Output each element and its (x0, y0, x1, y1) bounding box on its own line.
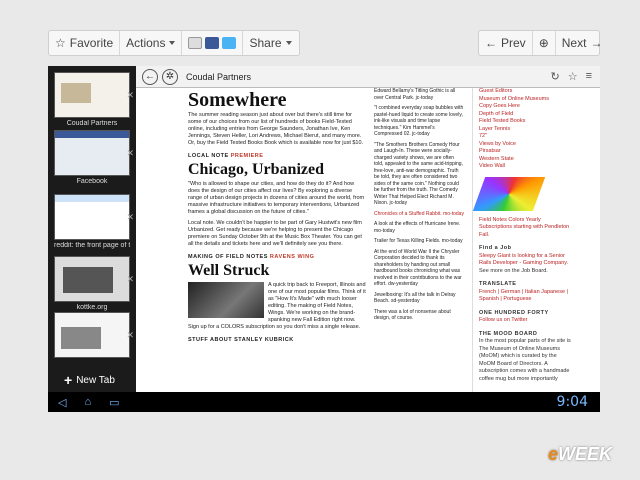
news-column: Edward Bellamy's Titling Gothic is all o… (374, 88, 464, 326)
article-heading: Somewhere (188, 89, 287, 111)
clock: 9:04 (556, 394, 588, 410)
plus-icon: + (64, 372, 73, 388)
close-icon[interactable]: ✕ (126, 148, 134, 159)
share-button[interactable]: Share (243, 31, 297, 55)
sidebar-link[interactable]: Guest Editors (479, 88, 572, 96)
tab-thumbnail (54, 130, 130, 176)
close-icon[interactable]: ✕ (126, 212, 134, 223)
system-bar: ◁ ⌂ ▭ 9:04 (48, 392, 600, 412)
sidebar-link[interactable]: Depth of Field (479, 111, 572, 119)
arrow-left-icon: ← (485, 36, 497, 50)
prev-button[interactable]: ← Prev (479, 31, 533, 55)
translate-heading: TRANSLATE (479, 281, 517, 287)
article-text: The summer reading season just about ove… (188, 112, 364, 146)
gallery-toolbar: ☆ Favorite Actions Share (48, 30, 300, 56)
tablet-screen: Coudal Partners ✕ Facebook ✕ reddit: the… (48, 66, 600, 412)
news-item[interactable]: A look at the effects of Hurricane Irene… (374, 221, 464, 234)
browser-url-bar: ← ✲ Coudal Partners ↻ ☆ ≡ (136, 66, 600, 88)
social-buttons (182, 31, 244, 55)
article-text: "Who is allowed to shape our cities, and… (188, 181, 365, 215)
chevron-down-icon (169, 41, 176, 45)
close-icon[interactable]: ✕ (126, 330, 134, 341)
next-button[interactable]: Next → (556, 31, 609, 55)
refresh-icon[interactable]: ↻ (550, 70, 559, 83)
close-icon[interactable]: ✕ (126, 274, 134, 285)
sidebar-link[interactable]: Layer Tennis (479, 126, 572, 134)
twitter-heading: ONE HUNDRED FORTY (479, 309, 549, 316)
article-heading: Chicago, Urbanized (188, 161, 324, 178)
article-heading: Well Struck (188, 262, 270, 279)
translate-links[interactable]: French | German | Italian Japanese | Spa… (479, 289, 572, 304)
twitter-link[interactable]: Follow us on Twitter (479, 317, 572, 325)
news-item[interactable]: Chronicles of a Stuffed Rabbit. mo-today (374, 211, 464, 218)
job-more[interactable]: See more on the Job Board. (479, 268, 572, 276)
section-kicker: STUFF ABOUT STANLEY KUBRICK (188, 337, 294, 343)
email-icon[interactable] (188, 37, 203, 49)
news-item[interactable]: At the end of World War II the Chrysler … (374, 249, 464, 288)
sidebar-link[interactable]: Pirsatsar (479, 148, 572, 156)
recent-apps-icon[interactable]: ▭ (109, 396, 119, 409)
sidebar-link[interactable]: 72" (479, 133, 572, 141)
twitter-icon[interactable] (222, 37, 237, 49)
tab-reddit[interactable]: reddit: the front page of the internet ✕ (54, 194, 134, 249)
news-item[interactable]: Jewelboxing: It's all the talk in Delray… (374, 292, 464, 305)
news-item[interactable]: There was a lot of nonsense about design… (374, 309, 464, 322)
new-tab-button[interactable]: + New Tab (64, 372, 115, 388)
zoom-icon: ⊕ (538, 36, 549, 50)
tab-facebook[interactable]: Facebook ✕ (54, 130, 134, 185)
tab-thumbnail (54, 194, 130, 240)
main-column: Somewhere The summer reading season just… (188, 88, 366, 344)
sidebar-link[interactable]: Field Tested Books (479, 118, 572, 126)
section-kicker: LOCAL NOTE PREMIERE (188, 153, 264, 159)
web-page: Somewhere The summer reading season just… (136, 88, 600, 392)
zoom-button[interactable]: ⊕ (533, 31, 556, 55)
tab-kottke[interactable]: kottke.org ✕ (54, 256, 134, 311)
back-icon[interactable]: ← (142, 68, 158, 85)
article-photo[interactable] (188, 282, 264, 318)
sidebar-link[interactable]: Video Wall (479, 163, 572, 171)
home-icon[interactable]: ⌂ (84, 396, 91, 409)
close-icon[interactable]: ✕ (126, 90, 134, 101)
job-link[interactable]: Sleepy Giant is looking for a Senior Rai… (479, 253, 572, 268)
menu-icon[interactable]: ≡ (586, 70, 592, 83)
tab-nytimes[interactable]: ✕ (54, 312, 134, 358)
section-kicker: MAKING OF FIELD NOTES RAVENS WING (188, 254, 315, 260)
sidebar-link[interactable]: Western State (479, 156, 572, 164)
sidebar-link[interactable]: Copy Goes Here (479, 103, 572, 111)
tab-coudal[interactable]: Coudal Partners ✕ (54, 72, 134, 127)
actions-button[interactable]: Actions (120, 31, 183, 55)
tab-switcher: Coudal Partners ✕ Facebook ✕ reddit: the… (48, 66, 136, 392)
facebook-icon[interactable] (205, 37, 220, 49)
news-item[interactable]: "I combined everyday soap bubbles with p… (374, 105, 464, 138)
find-job-heading: Find a Job (479, 245, 512, 251)
gallery-nav: ← Prev ⊕ Next → (478, 30, 602, 56)
mood-board-heading: THE MOOD BOARD (479, 330, 538, 337)
tab-thumbnail (54, 256, 130, 302)
color-swatch-image[interactable] (472, 176, 546, 211)
tab-thumbnail (54, 312, 130, 358)
arrow-right-icon: → (590, 36, 603, 50)
chevron-down-icon (285, 41, 292, 45)
favorite-button[interactable]: ☆ Favorite (49, 31, 121, 55)
sidebar-link[interactable]: Views by Voice (479, 141, 572, 149)
mood-board-text: In the most popular parts of the site is… (479, 338, 571, 382)
article-text: Local note. We couldn't be happier to be… (188, 220, 362, 247)
swatch-caption[interactable]: Field Notes Colors Yearly Subscriptions … (479, 217, 572, 240)
tab-thumbnail (54, 72, 130, 118)
news-item[interactable]: Edward Bellamy's Titling Gothic is all o… (374, 88, 464, 101)
sidebar-column: Guest Editors Museum of Online Museums C… (472, 88, 572, 392)
eweek-logo: eWEEK (548, 444, 613, 464)
bookmarks-icon[interactable]: ✲ (162, 68, 178, 85)
news-item[interactable]: Trailer for Texas Killing Fields. mo-tod… (374, 238, 464, 245)
star-icon: ☆ (55, 36, 66, 50)
back-icon[interactable]: ◁ (58, 396, 66, 409)
sidebar-link[interactable]: Museum of Online Museums (479, 96, 572, 104)
news-item[interactable]: "The Smothers Brothers Comedy Hour and L… (374, 142, 464, 207)
star-icon[interactable]: ☆ (568, 70, 578, 83)
